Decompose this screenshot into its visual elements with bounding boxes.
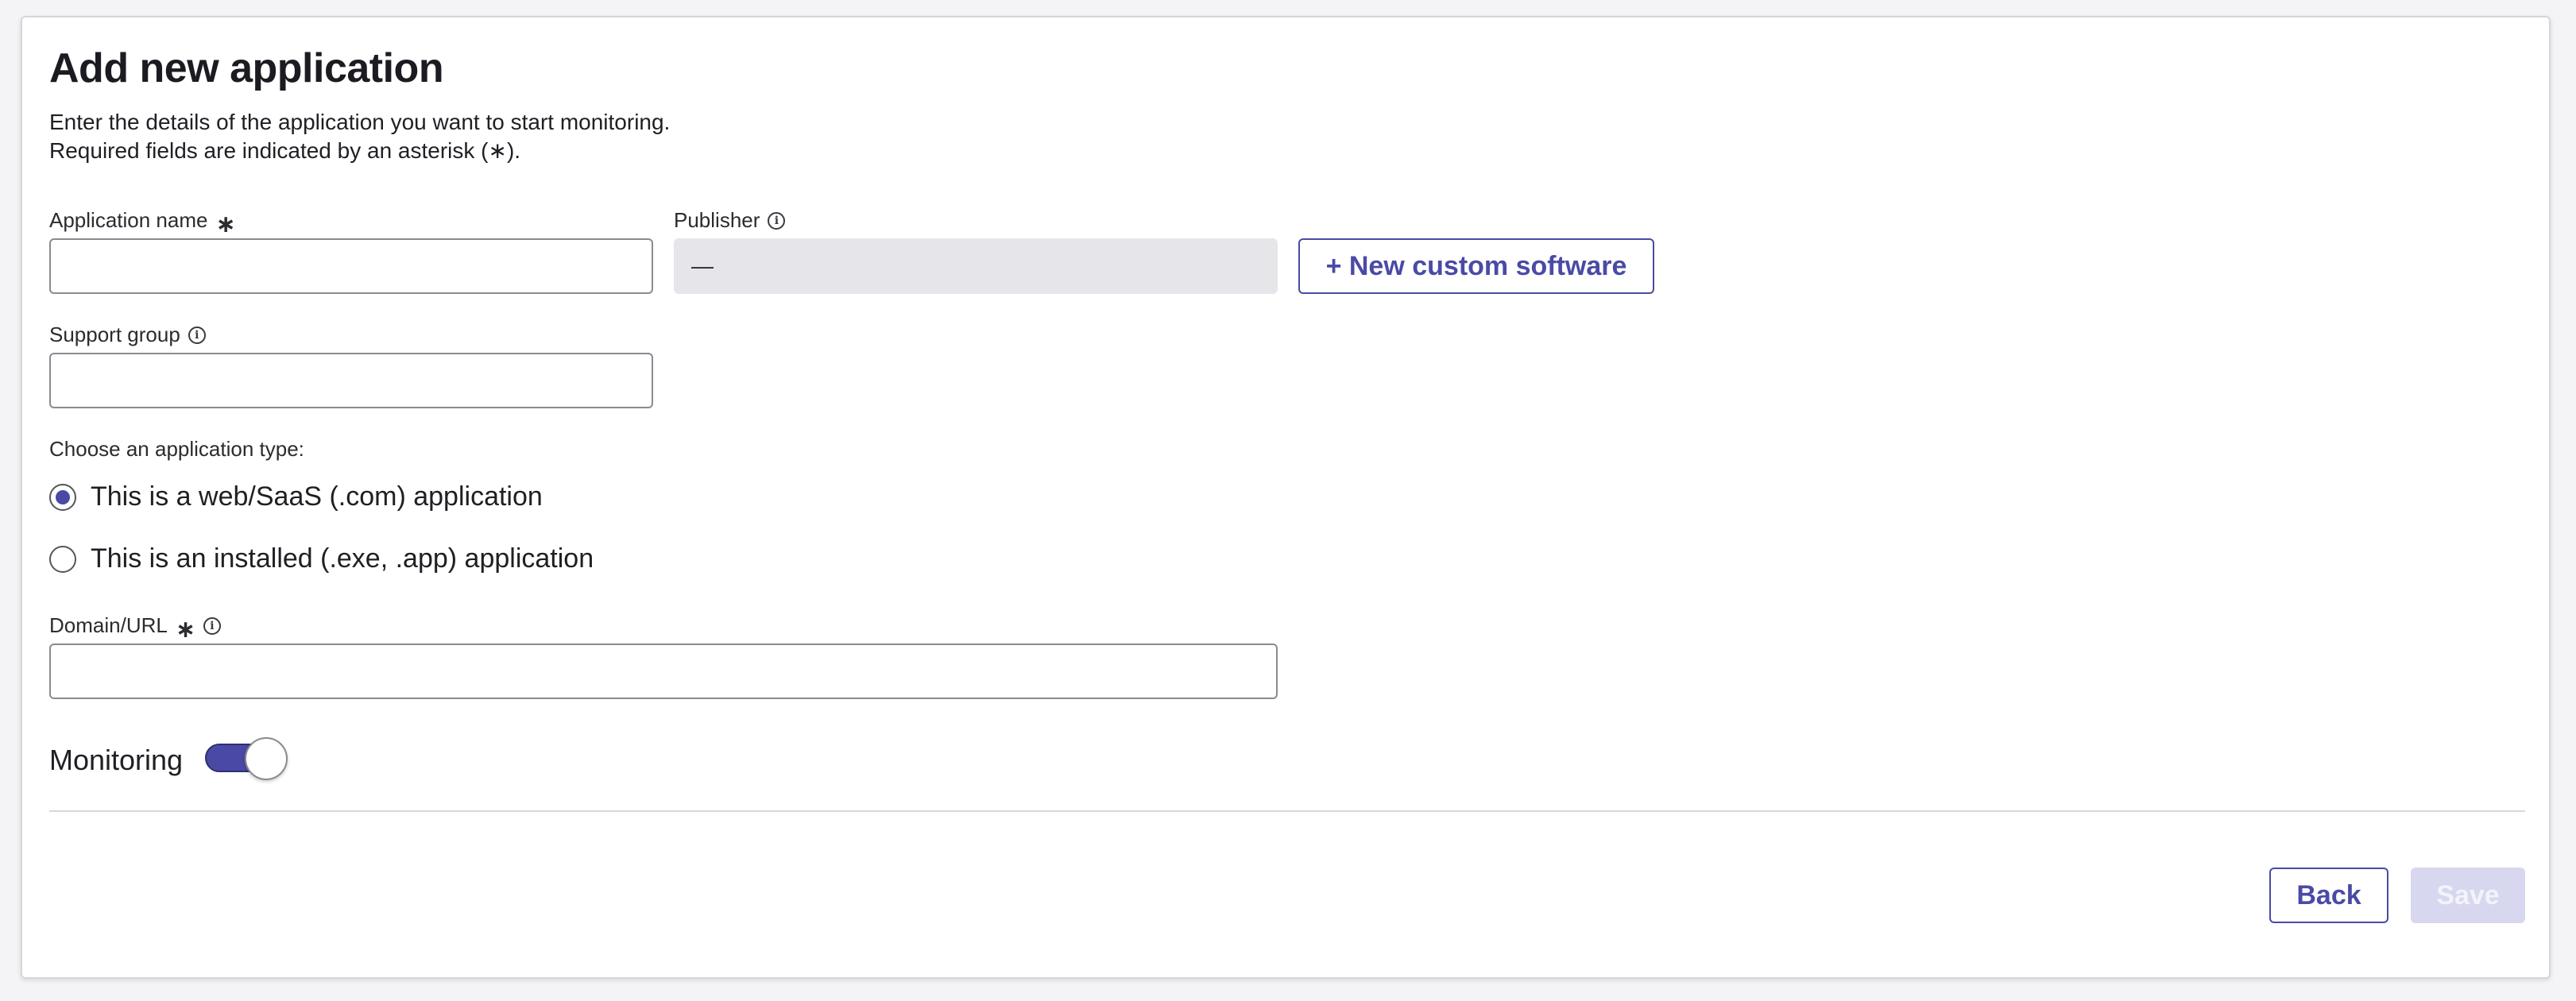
domain-label: Domain/URL bbox=[49, 613, 168, 637]
radio-installed-label: This is an installed (.exe, .app) applic… bbox=[91, 543, 594, 574]
publisher-value: — bbox=[691, 253, 714, 278]
save-button[interactable]: Save bbox=[2411, 868, 2525, 923]
app-name-label: Application name bbox=[49, 208, 208, 232]
info-icon[interactable]: i bbox=[768, 211, 786, 230]
new-custom-software-button[interactable]: + New custom software bbox=[1298, 238, 1654, 294]
footer-divider bbox=[49, 810, 2525, 812]
page-title: Add new application bbox=[49, 45, 444, 91]
app-name-input[interactable] bbox=[49, 238, 653, 294]
radio-web-saas[interactable]: This is a web/SaaS (.com) application bbox=[49, 481, 543, 512]
support-group-input[interactable] bbox=[49, 353, 653, 408]
app-type-prompt: Choose an application type: bbox=[49, 437, 304, 461]
info-icon[interactable]: i bbox=[203, 616, 221, 635]
add-application-card: Add new application Enter the details of… bbox=[21, 16, 2551, 979]
info-icon[interactable]: i bbox=[188, 326, 206, 344]
domain-url-input[interactable] bbox=[49, 644, 1278, 699]
support-group-label-row: Support group i bbox=[49, 323, 206, 347]
publisher-label: Publisher bbox=[674, 208, 760, 232]
description-line-1: Enter the details of the application you… bbox=[49, 110, 671, 134]
radio-button-unselected[interactable] bbox=[49, 545, 76, 573]
required-asterisk-icon: ∗ bbox=[175, 616, 195, 643]
description-line-2: Required fields are indicated by an aste… bbox=[49, 138, 521, 163]
publisher-field: — bbox=[674, 238, 1278, 294]
radio-installed[interactable]: This is an installed (.exe, .app) applic… bbox=[49, 543, 594, 574]
support-group-label: Support group bbox=[49, 323, 180, 346]
publisher-label-row: Publisher i bbox=[674, 208, 786, 233]
form-description: Enter the details of the application you… bbox=[49, 108, 670, 165]
app-name-label-row: Application name ∗ bbox=[49, 208, 236, 238]
domain-label-row: Domain/URL ∗ i bbox=[49, 613, 221, 643]
back-button[interactable]: Back bbox=[2269, 868, 2388, 923]
radio-web-saas-label: This is a web/SaaS (.com) application bbox=[91, 481, 543, 512]
radio-dot-icon bbox=[56, 489, 70, 504]
monitoring-toggle[interactable] bbox=[205, 737, 291, 780]
monitoring-label: Monitoring bbox=[49, 744, 184, 776]
radio-button-selected[interactable] bbox=[49, 483, 76, 511]
toggle-knob bbox=[245, 737, 288, 780]
required-asterisk-icon: ∗ bbox=[215, 211, 236, 238]
